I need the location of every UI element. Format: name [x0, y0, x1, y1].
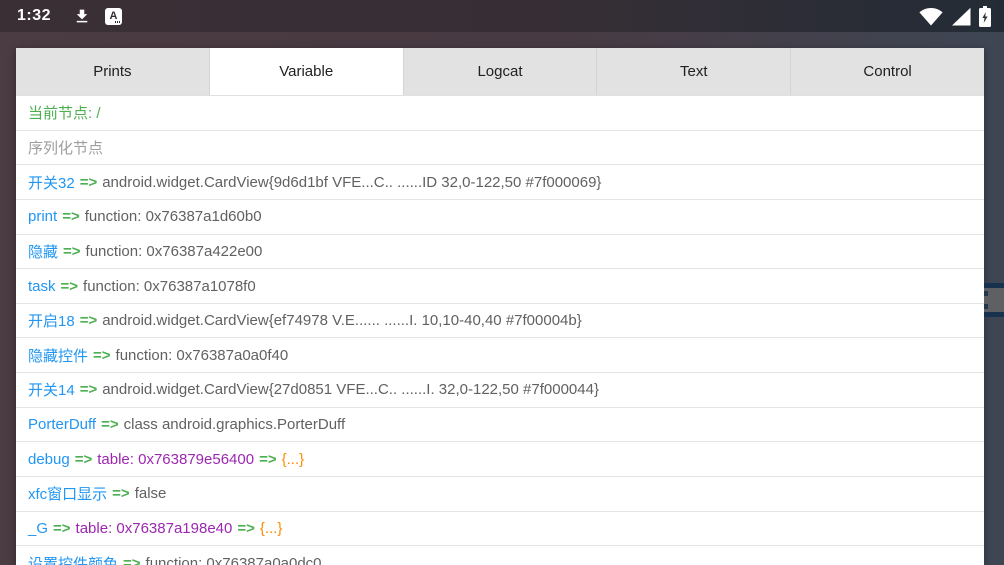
variable-name: _G — [28, 520, 48, 537]
variable-value: function: 0x76387a0a0dc0 — [146, 555, 322, 565]
variable-name: 隐藏 — [28, 241, 58, 262]
a-badge-icon: A — [105, 8, 122, 25]
tab-text[interactable]: Text — [597, 48, 791, 95]
variable-value: function: 0x76387a1d60b0 — [85, 208, 262, 225]
arrow-separator: => — [80, 312, 98, 329]
download-icon — [73, 7, 91, 25]
wifi-icon — [919, 7, 943, 26]
variable-value: android.widget.CardView{ef74978 V.E.....… — [102, 312, 582, 329]
variable-value: table: 0x763879e56400 — [97, 451, 254, 468]
variable-name: 序列化节点 — [28, 137, 103, 158]
variable-name: print — [28, 208, 57, 225]
list-item[interactable]: 当前节点: / — [16, 96, 984, 131]
variable-value: function: 0x76387a1078f0 — [83, 278, 256, 295]
clock: 1:32 — [17, 7, 51, 25]
debug-panel: Prints Variable Logcat Text Control 当前节点… — [16, 48, 984, 565]
tab-control[interactable]: Control — [791, 48, 984, 95]
variable-value: class android.graphics.PorterDuff — [124, 416, 346, 433]
variable-name: 当前节点: / — [28, 102, 101, 123]
variable-value: {...} — [282, 451, 305, 468]
arrow-separator: => — [62, 208, 80, 225]
list-item[interactable]: PorterDuff => class android.graphics.Porte… — [16, 408, 984, 443]
list-item[interactable]: xfc窗口显示 => false — [16, 477, 984, 512]
list-item[interactable]: 开启18 =>android.widget.CardView{ef74978 V.… — [16, 304, 984, 339]
list-item[interactable]: 隐藏控件 => function: 0x76387a0a0f40 — [16, 338, 984, 373]
arrow-separator: => — [75, 451, 93, 468]
variable-name: 开关32 — [28, 172, 75, 193]
list-item[interactable]: task =>function: 0x76387a1078f0 — [16, 269, 984, 304]
arrow-separator: => — [63, 243, 81, 260]
arrow-separator: => — [93, 347, 111, 364]
list-item[interactable]: 序列化节点 — [16, 131, 984, 166]
list-item[interactable]: _G=>table: 0x76387a198e40=>{...} — [16, 512, 984, 547]
cellular-signal-icon — [951, 7, 971, 26]
arrow-separator: => — [237, 520, 255, 537]
list-item[interactable]: print => function: 0x76387a1d60b0 — [16, 200, 984, 235]
variable-list: 当前节点: /序列化节点开关32=>android.widget.CardVie… — [16, 96, 984, 565]
arrow-separator: => — [259, 451, 277, 468]
variable-value: {...} — [260, 520, 283, 537]
arrow-separator: => — [80, 174, 98, 191]
variable-value: false — [135, 485, 167, 502]
variable-name: debug — [28, 451, 70, 468]
variable-name: 开启18 — [28, 310, 75, 331]
variable-value: function: 0x76387a422e00 — [86, 243, 263, 260]
variable-value: android.widget.CardView{27d0851 VFE...C.… — [102, 381, 599, 398]
variable-name: PorterDuff — [28, 416, 96, 433]
variable-name: 隐藏控件 — [28, 345, 88, 366]
tab-variable[interactable]: Variable — [210, 48, 404, 95]
status-bar: 1:32 A — [0, 0, 1004, 32]
variable-name: task — [28, 278, 56, 295]
variable-value: android.widget.CardView{9d6d1bf VFE...C.… — [102, 174, 601, 191]
list-item[interactable]: 开关32 =>android.widget.CardView{9d6d1bf VF… — [16, 165, 984, 200]
arrow-separator: => — [53, 520, 71, 537]
arrow-separator: => — [101, 416, 119, 433]
tab-prints[interactable]: Prints — [16, 48, 210, 95]
list-item[interactable]: 开关14 =>android.widget.CardView{27d0851 VF… — [16, 373, 984, 408]
variable-name: xfc窗口显示 — [28, 483, 107, 504]
variable-name: 开关14 — [28, 379, 75, 400]
variable-value: table: 0x76387a198e40 — [76, 520, 233, 537]
arrow-separator: => — [61, 278, 79, 295]
tab-logcat[interactable]: Logcat — [404, 48, 598, 95]
battery-charging-icon — [979, 6, 991, 27]
arrow-separator: => — [112, 485, 130, 502]
arrow-separator: => — [123, 555, 141, 565]
arrow-separator: => — [80, 381, 98, 398]
tab-bar: Prints Variable Logcat Text Control — [16, 48, 984, 96]
list-item[interactable]: 隐藏 => function: 0x76387a422e00 — [16, 235, 984, 270]
variable-value: function: 0x76387a0a0f40 — [116, 347, 289, 364]
list-item[interactable]: debug=>table: 0x763879e56400=>{...} — [16, 442, 984, 477]
list-item[interactable]: 设置控件颜色 => function: 0x76387a0a0dc0 — [16, 546, 984, 565]
occluded-floating-window[interactable] — [984, 283, 1004, 317]
variable-name: 设置控件颜色 — [28, 553, 118, 565]
